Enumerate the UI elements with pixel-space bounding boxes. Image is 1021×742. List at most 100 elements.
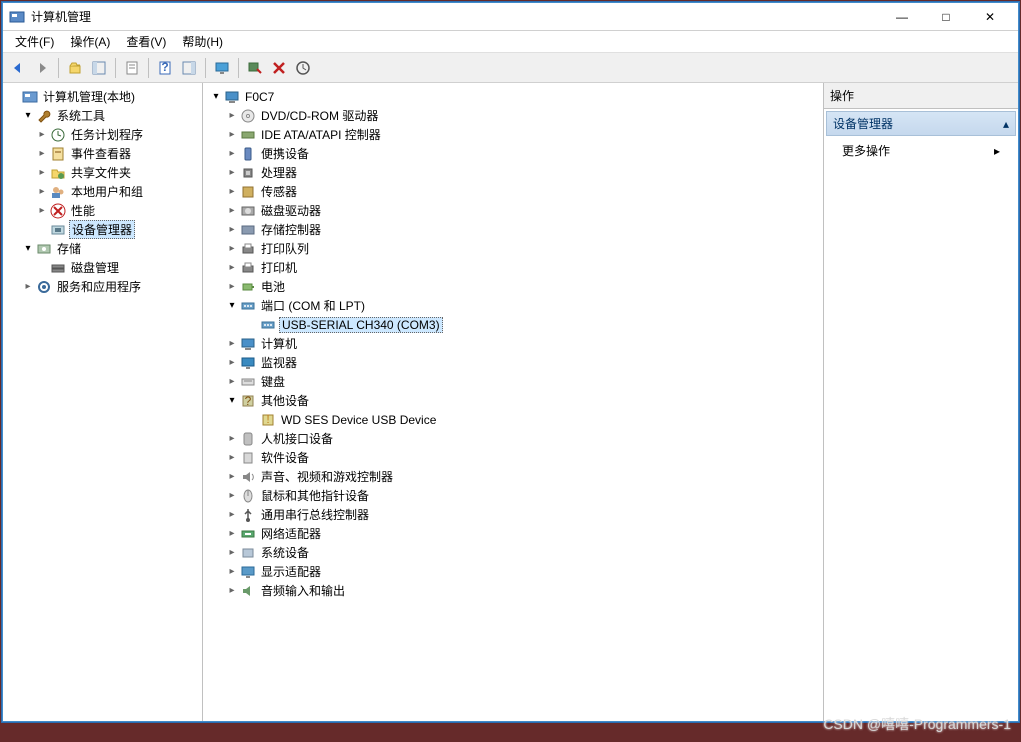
chevron-right-icon[interactable]: ▸ [21,281,35,292]
tree-item[interactable]: ▸通用串行总线控制器 [203,505,823,524]
chevron-down-icon[interactable]: ▾ [21,110,35,121]
chevron-right-icon[interactable]: ▸ [35,186,49,197]
tree-item[interactable]: ▸显示适配器 [203,562,823,581]
chevron-right-icon[interactable]: ▸ [225,376,239,387]
properties-button[interactable] [121,57,143,79]
tree-item[interactable]: ▸计算机 [203,334,823,353]
menu-view[interactable]: 查看(V) [118,31,174,52]
help-button[interactable]: ? [154,57,176,79]
tree-item[interactable]: ▸人机接口设备 [203,429,823,448]
tree-item[interactable]: ▸ DVD/CD-ROM 驱动器 [203,106,823,125]
computer-icon [240,336,256,352]
chevron-right-icon[interactable]: ▸ [35,148,49,159]
chevron-right-icon[interactable]: ▸ [225,357,239,368]
chevron-right-icon[interactable]: ▸ [225,262,239,273]
tree-item[interactable]: ▾F0C7 [203,87,823,106]
more-actions-link[interactable]: 更多操作 ▸ [824,138,1018,163]
tree-item[interactable]: ▸磁盘驱动器 [203,201,823,220]
tree-item[interactable]: ▸共享文件夹 [3,163,202,182]
up-button[interactable] [64,57,86,79]
chevron-right-icon[interactable]: ▸ [225,509,239,520]
tree-item[interactable]: !WD SES Device USB Device [203,410,823,429]
tree-item[interactable]: 计算机管理(本地) [3,87,202,106]
back-button[interactable] [7,57,29,79]
tree-item[interactable]: USB-SERIAL CH340 (COM3) [203,315,823,334]
tree-item[interactable]: ▸电池 [203,277,823,296]
minimize-button[interactable]: — [880,3,924,31]
tree-item[interactable]: ▸ 音频输入和输出 [203,581,823,600]
chevron-right-icon[interactable]: ▸ [225,433,239,444]
audio-icon [240,469,256,485]
tree-item[interactable]: ▸服务和应用程序 [3,277,202,296]
tree-label: DVD/CD-ROM 驱动器 [259,107,380,124]
tree-item[interactable]: ▾端口 (COM 和 LPT) [203,296,823,315]
left-tree-pane[interactable]: 计算机管理(本地)▾系统工具▸任务计划程序▸事件查看器▸共享文件夹▸本地用户和组… [3,83,203,721]
chevron-right-icon[interactable]: ▸ [225,186,239,197]
update-button[interactable] [292,57,314,79]
chevron-right-icon[interactable]: ▸ [35,167,49,178]
chevron-down-icon[interactable]: ▾ [225,395,239,406]
tree-item[interactable]: ▸性能 [3,201,202,220]
tree-item[interactable]: ▸鼠标和其他指针设备 [203,486,823,505]
tree-item[interactable]: ▸软件设备 [203,448,823,467]
tree-item[interactable]: 设备管理器 [3,220,202,239]
forward-button[interactable] [31,57,53,79]
chevron-right-icon[interactable]: ▸ [225,243,239,254]
chevron-right-icon[interactable]: ▸ [225,452,239,463]
chevron-right-icon[interactable]: ▸ [225,547,239,558]
chevron-right-icon[interactable]: ▸ [225,129,239,140]
tree-item[interactable]: ▸IDE ATA/ATAPI 控制器 [203,125,823,144]
menu-action[interactable]: 操作(A) [62,31,118,52]
tree-item[interactable]: ▸传感器 [203,182,823,201]
chevron-right-icon[interactable]: ▸ [225,490,239,501]
tree-item[interactable]: ▸事件查看器 [3,144,202,163]
chevron-right-icon[interactable]: ▸ [35,205,49,216]
tree-item[interactable]: ▸任务计划程序 [3,125,202,144]
chevron-right-icon[interactable]: ▸ [225,167,239,178]
tree-item[interactable]: ▸本地用户和组 [3,182,202,201]
tree-item[interactable]: ▾存储 [3,239,202,258]
close-button[interactable]: ✕ [968,3,1012,31]
scan-button[interactable] [244,57,266,79]
tree-item[interactable]: ▸键盘 [203,372,823,391]
action-pane-button[interactable] [178,57,200,79]
chevron-right-icon[interactable]: ▸ [225,281,239,292]
chevron-right-icon[interactable]: ▸ [225,338,239,349]
chevron-right-icon[interactable]: ▸ [225,110,239,121]
tree-label: 音频输入和输出 [259,582,347,599]
chevron-right-icon[interactable]: ▸ [225,205,239,216]
tree-item[interactable]: 磁盘管理 [3,258,202,277]
portable-icon [240,146,256,162]
unknown-icon: ! [260,412,276,428]
chevron-right-icon[interactable]: ▸ [225,224,239,235]
tree-item[interactable]: ▸网络适配器 [203,524,823,543]
menu-file[interactable]: 文件(F) [7,31,62,52]
tree-item[interactable]: ▸打印机 [203,258,823,277]
maximize-button[interactable]: □ [924,3,968,31]
chevron-right-icon[interactable]: ▸ [225,566,239,577]
chevron-right-icon[interactable]: ▸ [225,471,239,482]
chevron-right-icon[interactable]: ▸ [225,148,239,159]
tree-item[interactable]: ▸便携设备 [203,144,823,163]
chevron-right-icon[interactable]: ▸ [225,585,239,596]
tree-item[interactable]: ▾系统工具 [3,106,202,125]
menu-help[interactable]: 帮助(H) [174,31,231,52]
monitor-button[interactable] [211,57,233,79]
tree-item[interactable]: ▸存储控制器 [203,220,823,239]
show-hide-tree-button[interactable] [88,57,110,79]
uninstall-button[interactable] [268,57,290,79]
tree-item[interactable]: ▾?其他设备 [203,391,823,410]
tree-item[interactable]: ▸处理器 [203,163,823,182]
chevron-down-icon[interactable]: ▾ [225,300,239,311]
tree-item[interactable]: ▸监视器 [203,353,823,372]
tree-item[interactable]: ▸打印队列 [203,239,823,258]
chevron-down-icon[interactable]: ▾ [21,243,35,254]
chevron-right-icon[interactable]: ▸ [225,528,239,539]
chevron-down-icon[interactable]: ▾ [209,91,223,102]
actions-section[interactable]: 设备管理器 ▴ [826,111,1016,136]
titlebar[interactable]: 计算机管理 — □ ✕ [3,3,1018,31]
chevron-right-icon[interactable]: ▸ [35,129,49,140]
tree-item[interactable]: ▸系统设备 [203,543,823,562]
device-tree-pane[interactable]: ▾F0C7 ▸ DVD/CD-ROM 驱动器▸IDE ATA/ATAPI 控制器▸便… [203,83,824,721]
tree-item[interactable]: ▸声音、视频和游戏控制器 [203,467,823,486]
